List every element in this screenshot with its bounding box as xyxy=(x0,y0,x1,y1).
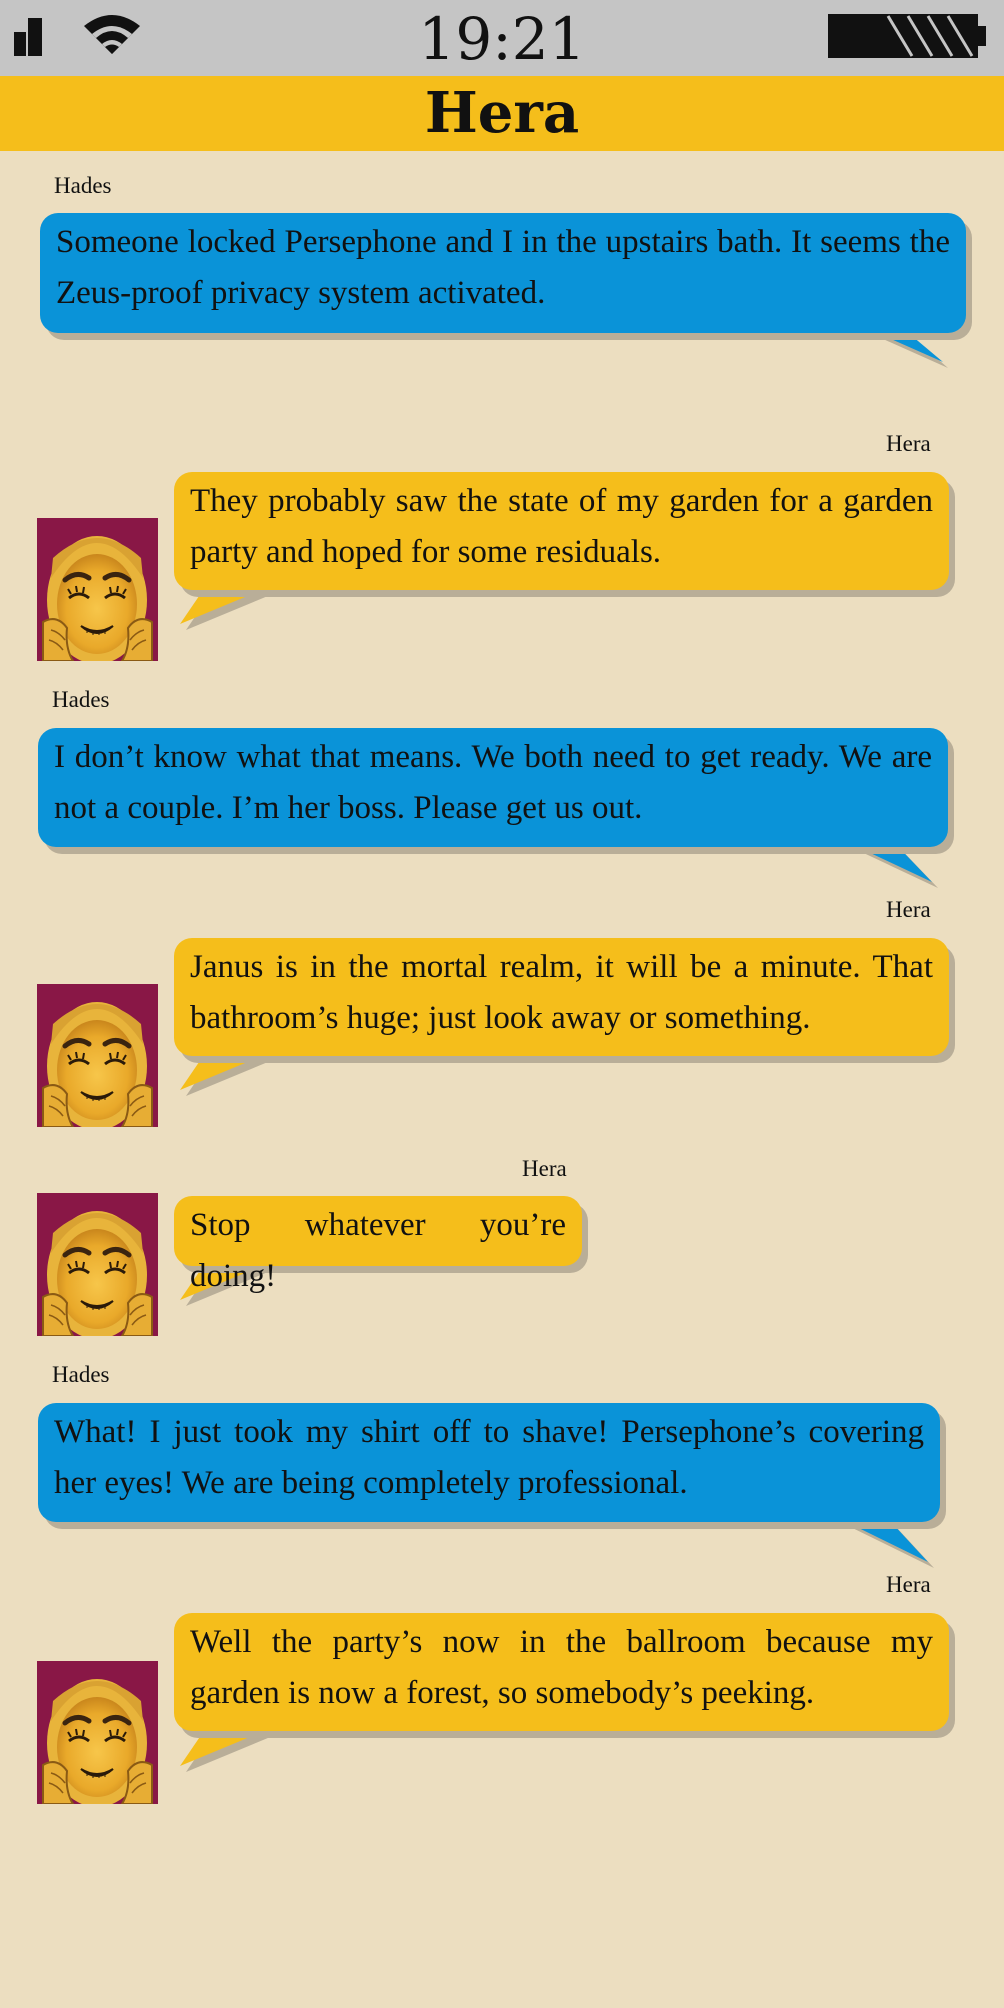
sender-label: Hades xyxy=(54,173,112,198)
hera-avatar xyxy=(37,984,158,1127)
message-bubble[interactable]: Stop whatever you’re doing! xyxy=(174,1196,582,1294)
sender-label: Hera xyxy=(522,1156,567,1181)
message-text: They probably saw the state of my garden… xyxy=(190,483,933,570)
status-bar: 19:21 xyxy=(0,0,1004,76)
sender-label: Hera xyxy=(886,1572,931,1597)
message-text: Someone locked Persephone and I in the u… xyxy=(56,224,950,311)
message-text: Stop whatever you’re doing! xyxy=(190,1207,566,1294)
message-text: I don’t know what that means. We both ne… xyxy=(54,739,932,826)
sender-label: Hera xyxy=(886,897,931,922)
message-bubble[interactable]: I don’t know what that means. We both ne… xyxy=(38,728,948,847)
hera-avatar xyxy=(37,518,158,661)
message-bubble[interactable]: Well the party’s now in the ballroom bec… xyxy=(174,1613,949,1731)
message-bubble[interactable]: They probably saw the state of my garden… xyxy=(174,472,949,590)
message-text: What! I just took my shirt off to shave!… xyxy=(54,1414,924,1501)
sender-label: Hera xyxy=(886,431,931,456)
sender-label: Hades xyxy=(52,1362,110,1387)
message-text: Well the party’s now in the ballroom bec… xyxy=(190,1624,933,1711)
hera-avatar xyxy=(37,1661,158,1804)
battery-icon xyxy=(828,14,986,58)
message-bubble[interactable]: Janus is in the mortal realm, it will be… xyxy=(174,938,949,1056)
message-bubble[interactable]: What! I just took my shirt off to shave!… xyxy=(38,1403,940,1522)
sender-label: Hades xyxy=(52,687,110,712)
hera-avatar xyxy=(37,1193,158,1336)
bubble-tail xyxy=(180,1722,292,1772)
chat-header: Hera xyxy=(0,76,1004,151)
message-text: Janus is in the mortal realm, it will be… xyxy=(190,949,933,1036)
contact-name: Hera xyxy=(424,80,580,146)
message-bubble[interactable]: Someone locked Persephone and I in the u… xyxy=(40,213,966,333)
